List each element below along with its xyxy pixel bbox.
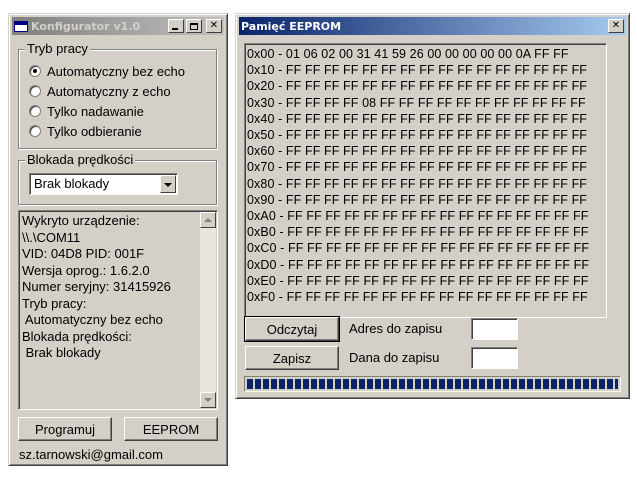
minimize-button[interactable] (168, 19, 184, 33)
mode-option-auto-echo[interactable]: Automatyczny z echo (29, 82, 171, 100)
eeprom-row: 0xA0 - FF FF FF FF FF FF FF FF FF FF FF … (247, 209, 589, 224)
close-button[interactable]: ✕ (206, 19, 222, 33)
eeprom-row: 0x50 - FF FF FF FF FF FF FF FF FF FF FF … (247, 128, 588, 143)
address-input[interactable] (471, 318, 518, 340)
info-line: Wykryto urządzenie: (22, 213, 140, 228)
eeprom-row: 0x90 - FF FF FF FF FF FF FF FF FF FF FF … (247, 192, 588, 207)
eeprom-row: 0xF0 - FF FF FF FF FF FF FF FF FF FF FF … (247, 290, 588, 305)
mode-option-transmit-only[interactable]: Tylko nadawanie (29, 102, 144, 120)
info-line: Automatyczny bez echo (22, 312, 163, 327)
radio-icon[interactable] (29, 85, 41, 97)
app-icon (14, 20, 28, 32)
configurator-titlebar[interactable]: Konfigurator v1.0 ✕ (12, 17, 224, 35)
maximize-button[interactable] (186, 19, 202, 33)
eeprom-close-button[interactable]: ✕ (608, 19, 624, 33)
eeprom-row: 0x80 - FF FF FF FF FF FF FF FF FF FF FF … (247, 176, 588, 191)
mode-option-label: Tylko nadawanie (47, 103, 144, 119)
eeprom-title: Pamięć EEPROM (241, 19, 342, 33)
scroll-down-icon[interactable] (200, 392, 216, 408)
program-button[interactable]: Programuj (18, 417, 112, 441)
data-label: Dana do zapisu (349, 350, 440, 365)
device-info-lines: Wykryto urządzenie: \\.\COM11 VID: 04D8 … (22, 213, 197, 362)
address-label: Adres do zapisu (349, 321, 443, 336)
mode-option-label: Automatyczny z echo (47, 83, 171, 99)
info-line: Blokada prędkości: (22, 328, 132, 344)
data-input[interactable] (471, 347, 518, 369)
chevron-down-icon[interactable] (160, 175, 176, 193)
eeprom-row: 0xD0 - FF FF FF FF FF FF FF FF FF FF FF … (247, 257, 590, 272)
eeprom-row: 0x60 - FF FF FF FF FF FF FF FF FF FF FF … (247, 144, 588, 159)
eeprom-dump: 0x00 - 01 06 02 00 31 41 59 26 00 00 00 … (244, 43, 607, 318)
maximize-icon (190, 22, 198, 30)
close-icon: ✕ (209, 20, 219, 31)
eeprom-row: 0xC0 - FF FF FF FF FF FF FF FF FF FF FF … (247, 241, 590, 256)
radio-icon[interactable] (29, 125, 41, 137)
write-button[interactable]: Zapisz (245, 346, 339, 370)
eeprom-window: Pamięć EEPROM ✕ 0x00 - 01 06 02 00 31 41… (235, 13, 630, 399)
info-scrollbar[interactable] (200, 212, 216, 408)
read-button[interactable]: Odczytaj (244, 316, 340, 342)
eeprom-row: 0x00 - 01 06 02 00 31 41 59 26 00 00 00 … (247, 47, 569, 61)
speed-lock-group: Blokada prędkości Brak blokady (18, 152, 217, 205)
progress-fill (247, 379, 618, 389)
mode-option-receive-only[interactable]: Tylko odbieranie (29, 122, 142, 140)
minimize-icon (172, 28, 178, 30)
radio-icon-checked[interactable] (29, 65, 41, 77)
mode-group: Tryb pracy Automatyczny bez echo Automat… (18, 41, 217, 149)
info-line: \\.\COM11 (22, 229, 81, 245)
info-line: Numer seryjny: 31415926 (22, 279, 171, 294)
info-line: Wersja oprog.: 1.6.2.0 (22, 262, 150, 278)
close-icon: ✕ (611, 20, 621, 31)
eeprom-row: 0x40 - FF FF FF FF FF FF FF FF FF FF FF … (247, 111, 588, 126)
mode-group-legend: Tryb pracy (25, 41, 90, 57)
scroll-up-icon[interactable] (200, 212, 216, 228)
eeprom-row: 0xE0 - FF FF FF FF FF FF FF FF FF FF FF … (247, 273, 589, 288)
speed-lock-selected: Brak blokady (34, 176, 110, 191)
author-email: sz.tarnowski@gmail.com (19, 447, 163, 462)
mode-option-label: Automatyczny bez echo (47, 63, 186, 79)
mode-option-auto-no-echo[interactable]: Automatyczny bez echo (29, 62, 185, 80)
device-info-textarea[interactable]: Wykryto urządzenie: \\.\COM11 VID: 04D8 … (18, 210, 218, 410)
info-line: VID: 04D8 PID: 001F (22, 246, 145, 261)
info-line: Tryb pracy: (22, 295, 87, 311)
configurator-title: Konfigurator v1.0 (31, 19, 141, 33)
eeprom-titlebar[interactable]: Pamięć EEPROM ✕ (239, 17, 626, 35)
radio-icon[interactable] (29, 105, 41, 117)
eeprom-rows: 0x00 - 01 06 02 00 31 41 59 26 00 00 00 … (247, 46, 589, 305)
speed-lock-legend: Blokada prędkości (25, 152, 136, 168)
eeprom-button[interactable]: EEPROM (124, 417, 218, 441)
speed-lock-select[interactable]: Brak blokady (29, 173, 178, 195)
info-line: Brak blokady (22, 345, 101, 360)
configurator-window: Konfigurator v1.0 ✕ Tryb pracy Automatyc… (8, 13, 228, 466)
progress-bar (244, 376, 621, 392)
mode-option-label: Tylko odbieranie (47, 123, 142, 139)
eeprom-row: 0xB0 - FF FF FF FF FF FF FF FF FF FF FF … (247, 225, 589, 240)
eeprom-row: 0x70 - FF FF FF FF FF FF FF FF FF FF FF … (247, 160, 588, 175)
eeprom-row: 0x10 - FF FF FF FF FF FF FF FF FF FF FF … (247, 63, 588, 78)
eeprom-row: 0x30 - FF FF FF FF 08 FF FF FF FF FF FF … (247, 95, 586, 110)
eeprom-row: 0x20 - FF FF FF FF FF FF FF FF FF FF FF … (247, 79, 588, 94)
